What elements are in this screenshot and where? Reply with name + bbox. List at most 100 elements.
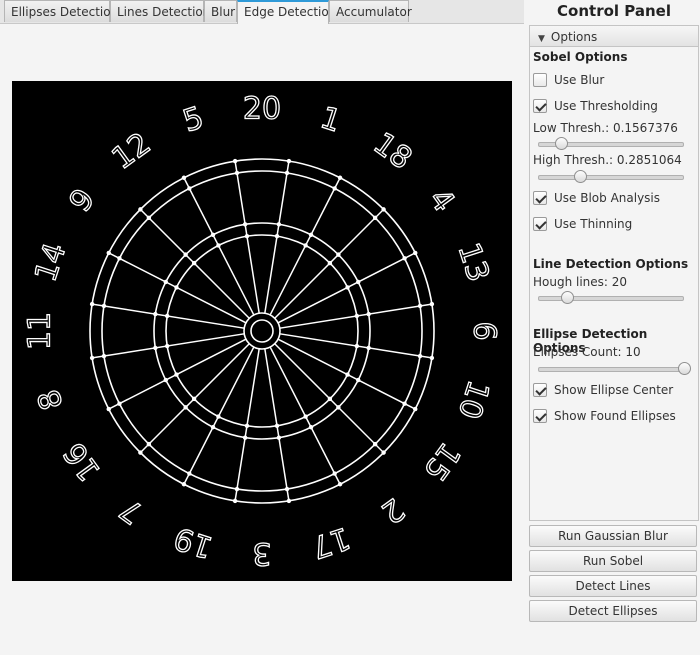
- slider-thumb[interactable]: [561, 291, 575, 304]
- slider-thumb[interactable]: [554, 137, 568, 150]
- wire-joint: [187, 186, 192, 191]
- wire-joint: [327, 260, 333, 266]
- wire-joint: [146, 215, 152, 221]
- wire-joint: [429, 301, 435, 307]
- use-thresholding-label: Use Thresholding: [554, 99, 658, 113]
- board-number: 18: [367, 126, 418, 177]
- slider-thumb[interactable]: [678, 362, 691, 375]
- dartboard-edge-image: 20 1 184 13 6 10 152 17 3 19 716 8 11 14 912 5: [22, 91, 502, 571]
- use-blur-checkbox[interactable]: Use Blur: [533, 71, 604, 89]
- use-blob-analysis-checkbox[interactable]: Use Blob Analysis: [533, 189, 660, 207]
- wire-joint: [354, 313, 360, 319]
- wire-joint: [345, 285, 350, 290]
- wire-joint: [232, 158, 238, 164]
- checkbox-box[interactable]: [533, 409, 547, 423]
- ellipses-count-slider[interactable]: [538, 362, 691, 376]
- wire-joint: [181, 482, 187, 487]
- wire-joint: [242, 435, 248, 440]
- use-blur-label: Use Blur: [554, 73, 605, 87]
- board-number: 8: [31, 385, 70, 414]
- wire-joint: [174, 372, 179, 377]
- wire-joint: [210, 232, 216, 237]
- slider-track: [538, 367, 684, 372]
- triangle-down-icon: ▼: [538, 34, 545, 44]
- low-thresh-slider[interactable]: [538, 137, 684, 151]
- wire-joint: [210, 425, 216, 430]
- wire-joint: [106, 406, 111, 412]
- ring-bull-outer: [243, 312, 281, 350]
- board-number: 15: [416, 436, 467, 487]
- checkbox-box[interactable]: [533, 99, 547, 113]
- wire-joint: [337, 175, 343, 180]
- ring-bull-inner: [250, 319, 274, 343]
- checkbox-box[interactable]: [533, 191, 547, 205]
- wire-joint: [163, 377, 168, 383]
- wire-joint: [191, 396, 197, 402]
- wire-joint: [308, 232, 314, 237]
- wire-joint: [89, 301, 95, 307]
- tab-lines-detection[interactable]: Lines Detection: [110, 0, 210, 22]
- high-thresh-slider[interactable]: [538, 170, 684, 184]
- wire-joint: [216, 243, 221, 248]
- board-number: 10: [451, 376, 496, 423]
- board-number: 14: [28, 239, 73, 286]
- wire-joint: [336, 405, 341, 410]
- run-gaussian-blur-button[interactable]: Run Gaussian Blur: [529, 525, 697, 547]
- wire-joint: [216, 414, 221, 419]
- wire-joint: [381, 450, 386, 455]
- tab-ellipses-detection[interactable]: Ellipses Detection: [4, 0, 118, 22]
- app-window: Ellipses Detection Lines Detection Blur …: [0, 0, 700, 655]
- wire-joint: [417, 303, 423, 309]
- wire-joint: [284, 170, 290, 176]
- wire-joint: [366, 345, 371, 351]
- show-found-ellipses-checkbox[interactable]: Show Found Ellipses: [533, 407, 676, 425]
- wire-joint: [138, 450, 143, 455]
- hough-lines-label: Hough lines: 20: [533, 275, 628, 289]
- detect-ellipses-button[interactable]: Detect Ellipses: [529, 600, 697, 622]
- wire-joint: [372, 215, 378, 221]
- tab-blur[interactable]: Blur: [204, 0, 237, 22]
- tab-edge-detection[interactable]: Edge Detection: [237, 0, 336, 24]
- show-ellipse-center-checkbox[interactable]: Show Ellipse Center: [533, 381, 673, 399]
- wire-joint: [284, 486, 290, 492]
- wire-joint: [274, 233, 280, 239]
- wire-joint: [303, 243, 308, 248]
- board-number: 19: [170, 520, 217, 565]
- wire-joint: [372, 441, 378, 447]
- options-collapse-header[interactable]: ▼ Options: [529, 25, 699, 47]
- wire-joint: [153, 311, 158, 317]
- board-number: 4: [422, 183, 462, 219]
- wire-joint: [345, 372, 350, 377]
- tab-bar: Ellipses Detection Lines Detection Blur …: [0, 0, 524, 24]
- wire-joint: [308, 425, 314, 430]
- wire-joint: [163, 279, 168, 285]
- wire-joint: [232, 498, 238, 504]
- wire-joint: [276, 435, 282, 440]
- checkbox-box[interactable]: [533, 217, 547, 231]
- wire-joint: [244, 233, 250, 239]
- run-sobel-button[interactable]: Run Sobel: [529, 550, 697, 572]
- high-thresh-label: High Thresh.: 0.2851064: [533, 153, 682, 167]
- wire-joint: [174, 285, 179, 290]
- hough-lines-slider[interactable]: [538, 291, 684, 305]
- wire-joint: [356, 377, 361, 383]
- wire-joint: [183, 405, 188, 410]
- wire-joint: [402, 401, 407, 406]
- use-thresholding-checkbox[interactable]: Use Thresholding: [533, 97, 658, 115]
- wire-joint: [106, 250, 111, 256]
- slider-thumb[interactable]: [573, 170, 587, 183]
- wire-joint: [181, 175, 187, 180]
- wire-joint: [402, 256, 407, 261]
- wire-joint: [327, 396, 333, 402]
- ellipses-count-label: Ellipses Count: 10: [533, 345, 641, 359]
- use-thinning-checkbox[interactable]: Use Thinning: [533, 215, 632, 233]
- checkbox-box[interactable]: [533, 383, 547, 397]
- show-ellipse-center-label: Show Ellipse Center: [554, 383, 674, 397]
- board-number: 9: [63, 183, 103, 219]
- tab-accumulator[interactable]: Accumulator: [329, 0, 412, 22]
- detect-lines-button[interactable]: Detect Lines: [529, 575, 697, 597]
- show-found-ellipses-label: Show Found Ellipses: [554, 409, 676, 423]
- board-number: 13: [451, 239, 496, 286]
- checkbox-box[interactable]: [533, 73, 547, 87]
- board-number: 2: [374, 491, 410, 531]
